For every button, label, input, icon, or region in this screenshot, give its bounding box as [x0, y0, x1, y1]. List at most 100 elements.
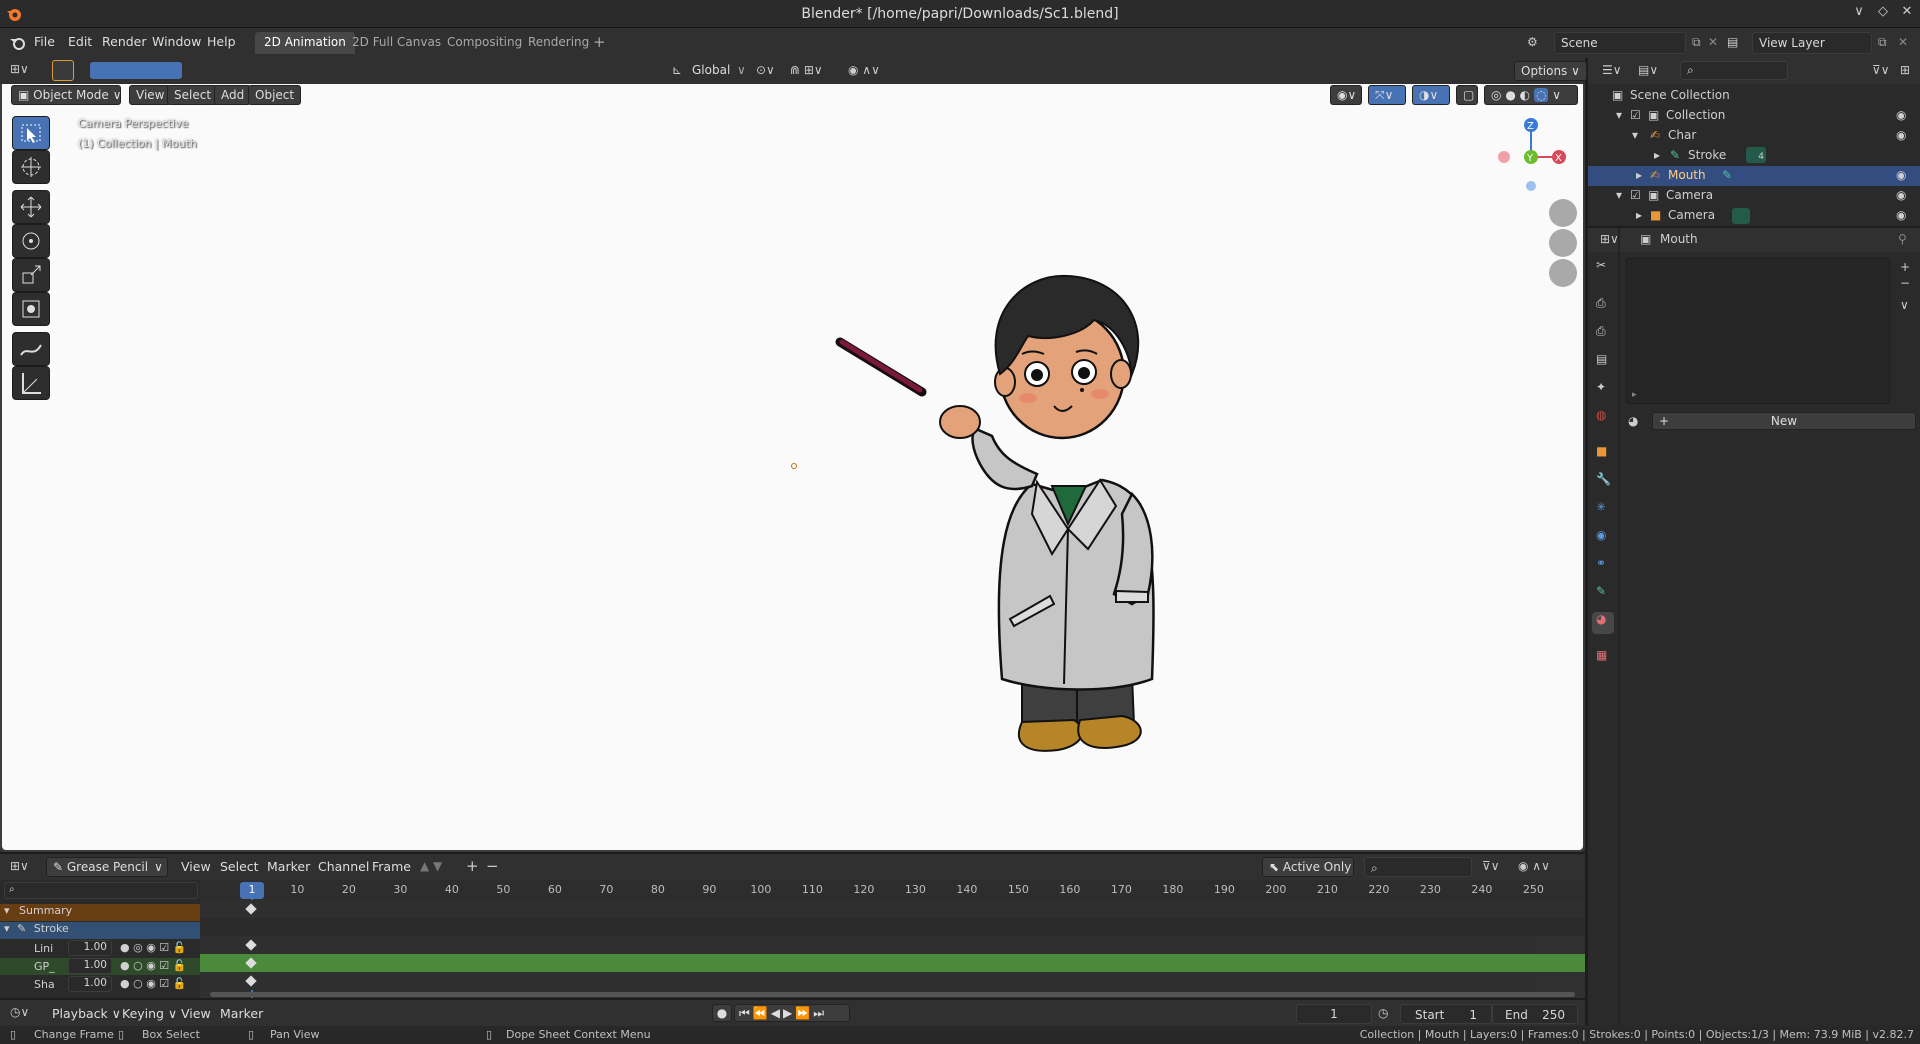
add-workspace-button[interactable]: +	[584, 32, 615, 54]
outliner-item-stroke[interactable]: ▸ ✎ Stroke 4	[1588, 146, 1920, 166]
outliner-item-camera-collection[interactable]: ▾ ☑ ▣ Camera ◉	[1588, 186, 1920, 206]
viewport-menu-select[interactable]: Select	[167, 85, 219, 105]
current-frame-field[interactable]: 1	[1296, 1004, 1372, 1024]
chevron-down-icon[interactable]: ∨	[1900, 298, 1909, 312]
new-material-button[interactable]: + New	[1652, 412, 1916, 430]
menu-help[interactable]: Help	[207, 34, 236, 49]
dopesheet-body[interactable]: 10 20 30 40 50 60 70 80 90 100 110 120 130 140 150 160 1…	[0, 880, 1585, 998]
timeline-menu-playback[interactable]: Playback ∨	[52, 1006, 121, 1021]
channel-layer[interactable]: Sha 1.00 ● ○ ◉ ☑ 🔓	[0, 976, 200, 993]
jump-end-icon[interactable]: ⏭	[813, 1006, 827, 1020]
jump-start-icon[interactable]: ⏮	[739, 1006, 753, 1020]
dopesheet-menu-view[interactable]: View	[181, 859, 211, 874]
tab-2d-full-canvas[interactable]: 2D Full Canvas	[343, 32, 450, 54]
rendered-shading-icon[interactable]: ◌	[1533, 88, 1549, 102]
cursor-tool[interactable]	[12, 150, 50, 184]
output-tab[interactable]: ⎙	[1592, 324, 1614, 346]
visibility-toggle[interactable]: ◉∨	[1330, 85, 1362, 105]
channel-layer[interactable]: Lini 1.00 ● ◎ ◉ ☑ 🔓	[0, 940, 200, 957]
material-tab[interactable]: ◕	[1592, 612, 1614, 634]
move-tool[interactable]	[12, 190, 50, 224]
stroke-track[interactable]	[200, 918, 1585, 936]
timeline-menu-keying[interactable]: Keying ∨	[122, 1006, 177, 1021]
mode-selector[interactable]: ▣ Object Mode ∨	[11, 85, 122, 105]
layer-toggle-icons[interactable]: ● ○ ◉ ☑ 🔓	[120, 959, 186, 972]
channel-stroke[interactable]: ▾ ✎ Stroke	[0, 922, 200, 939]
expand-icon[interactable]: ▾	[1616, 188, 1622, 202]
view-layer-field[interactable]: View Layer	[1752, 32, 1872, 54]
expand-icon[interactable]: ▸	[1632, 390, 1637, 400]
view-layer-tab[interactable]: ▤	[1592, 352, 1614, 374]
filter-icon[interactable]: ⊽∨	[1872, 63, 1890, 77]
expand-icon[interactable]: ▸	[1654, 148, 1660, 162]
outliner-item-char[interactable]: ▾ ✍ Char ◉	[1588, 126, 1920, 146]
eye-icon[interactable]: ◉	[1896, 208, 1906, 222]
gizmo-neg-z-axis[interactable]	[1526, 181, 1536, 191]
channel-layer[interactable]: GP_ 1.00 ● ○ ◉ ☑ 🔓	[0, 958, 200, 975]
timeline-menu-view[interactable]: View	[181, 1006, 211, 1021]
overlay-toggle[interactable]: ◑∨	[1412, 85, 1450, 105]
navigation-gizmo[interactable]: Z Y X	[1480, 112, 1572, 192]
physics-tab[interactable]: ◉	[1592, 528, 1614, 550]
view-layer-icon[interactable]: ▤	[1727, 35, 1738, 49]
menu-file[interactable]: File	[34, 34, 55, 49]
material-shading-icon[interactable]: ◐	[1520, 88, 1530, 102]
layer-toggle-icons[interactable]: ● ○ ◉ ☑ 🔓	[120, 977, 186, 990]
transform-orientation-dropdown[interactable]: Global	[692, 63, 730, 77]
play-reverse-icon[interactable]: ◀	[771, 1006, 783, 1020]
properties-editor-icon[interactable]: ⊞∨	[1600, 232, 1619, 246]
checkbox-icon[interactable]: ☑	[1630, 188, 1641, 202]
shading-mode-buttons[interactable]: ◎ ● ◐ ◌ ∨	[1484, 85, 1578, 105]
timeline-editor-icon[interactable]: ◷∨	[10, 1005, 29, 1019]
viewport-menu-object[interactable]: Object	[248, 85, 302, 105]
rotate-tool[interactable]	[12, 224, 50, 258]
eye-icon[interactable]: ◉	[1896, 128, 1906, 142]
outliner-item-collection[interactable]: ▾ ☑ ▣ Collection ◉	[1588, 106, 1920, 126]
scene-name-field[interactable]: Scene	[1554, 32, 1686, 54]
object-tab[interactable]: ■	[1592, 444, 1614, 466]
dopesheet-menu-select[interactable]: Select	[220, 859, 259, 874]
add-slot-icon[interactable]: +	[1900, 260, 1910, 274]
view-layer-copy-icon[interactable]: ⧉	[1878, 35, 1887, 50]
outliner-item-scene-collection[interactable]: ▣ Scene Collection	[1588, 86, 1920, 106]
selection-mode-buttons[interactable]	[90, 62, 182, 79]
horizontal-scrollbar[interactable]	[210, 992, 1575, 997]
annotate-tool[interactable]	[12, 332, 50, 366]
summary-track[interactable]	[200, 900, 1585, 918]
expand-icon[interactable]: ▾	[4, 904, 10, 917]
active-only-toggle[interactable]: ⬉ Active Only	[1262, 857, 1354, 877]
outliner-search-field[interactable]: ⌕	[1680, 61, 1788, 80]
editor-type-icon[interactable]: ⊞∨	[10, 62, 29, 76]
remove-layer-icon[interactable]: −	[486, 857, 499, 875]
gizmo-neg-x-axis[interactable]	[1498, 151, 1510, 163]
outliner-editor-icon[interactable]: ☰∨	[1602, 63, 1622, 77]
scene-selector-icon[interactable]: ⚙	[1527, 35, 1547, 51]
dopesheet-menu-marker[interactable]: Marker	[267, 859, 310, 874]
constraints-tab[interactable]: ⚭	[1592, 556, 1614, 578]
channel-summary[interactable]: ▾ Summary	[0, 904, 200, 921]
playback-controls[interactable]: ⏮⏪◀▶⏩⏭	[734, 1004, 850, 1022]
xray-toggle[interactable]: ▢	[1456, 85, 1478, 105]
menu-window[interactable]: Window	[152, 34, 201, 49]
select-tool-active-icon[interactable]	[52, 60, 74, 81]
dopesheet-search-field[interactable]: ⌕	[1364, 857, 1472, 877]
eye-icon[interactable]: ◉	[1896, 108, 1906, 122]
scale-tool[interactable]	[12, 258, 50, 292]
outliner-item-camera[interactable]: ▸ ■ Camera ◉	[1588, 206, 1920, 226]
object-origin[interactable]	[791, 463, 797, 469]
layer-opacity-field[interactable]: 1.00	[68, 976, 112, 992]
editor-type-icon[interactable]: ⊞∨	[10, 859, 29, 873]
end-frame-field[interactable]: End 250	[1492, 1004, 1578, 1024]
proportional-icon[interactable]: ◉ ∧∨	[1518, 859, 1550, 873]
layer-track-gp[interactable]	[200, 954, 1585, 972]
snap-icon[interactable]: ⋒ ⊞∨	[790, 63, 823, 77]
transform-tool[interactable]	[12, 292, 50, 326]
prev-keyframe-icon[interactable]: ⏪	[753, 1006, 771, 1020]
texture-tab[interactable]: ▦	[1592, 648, 1614, 670]
pan-hand-icon[interactable]	[1549, 229, 1577, 257]
gizmo-toggle[interactable]: ⤧∨	[1368, 85, 1406, 105]
add-layer-icon[interactable]: +	[466, 857, 479, 875]
zoom-icon[interactable]	[1549, 199, 1577, 227]
material-slot-list[interactable]	[1626, 258, 1890, 404]
material-badge[interactable]: 4	[1746, 147, 1766, 163]
